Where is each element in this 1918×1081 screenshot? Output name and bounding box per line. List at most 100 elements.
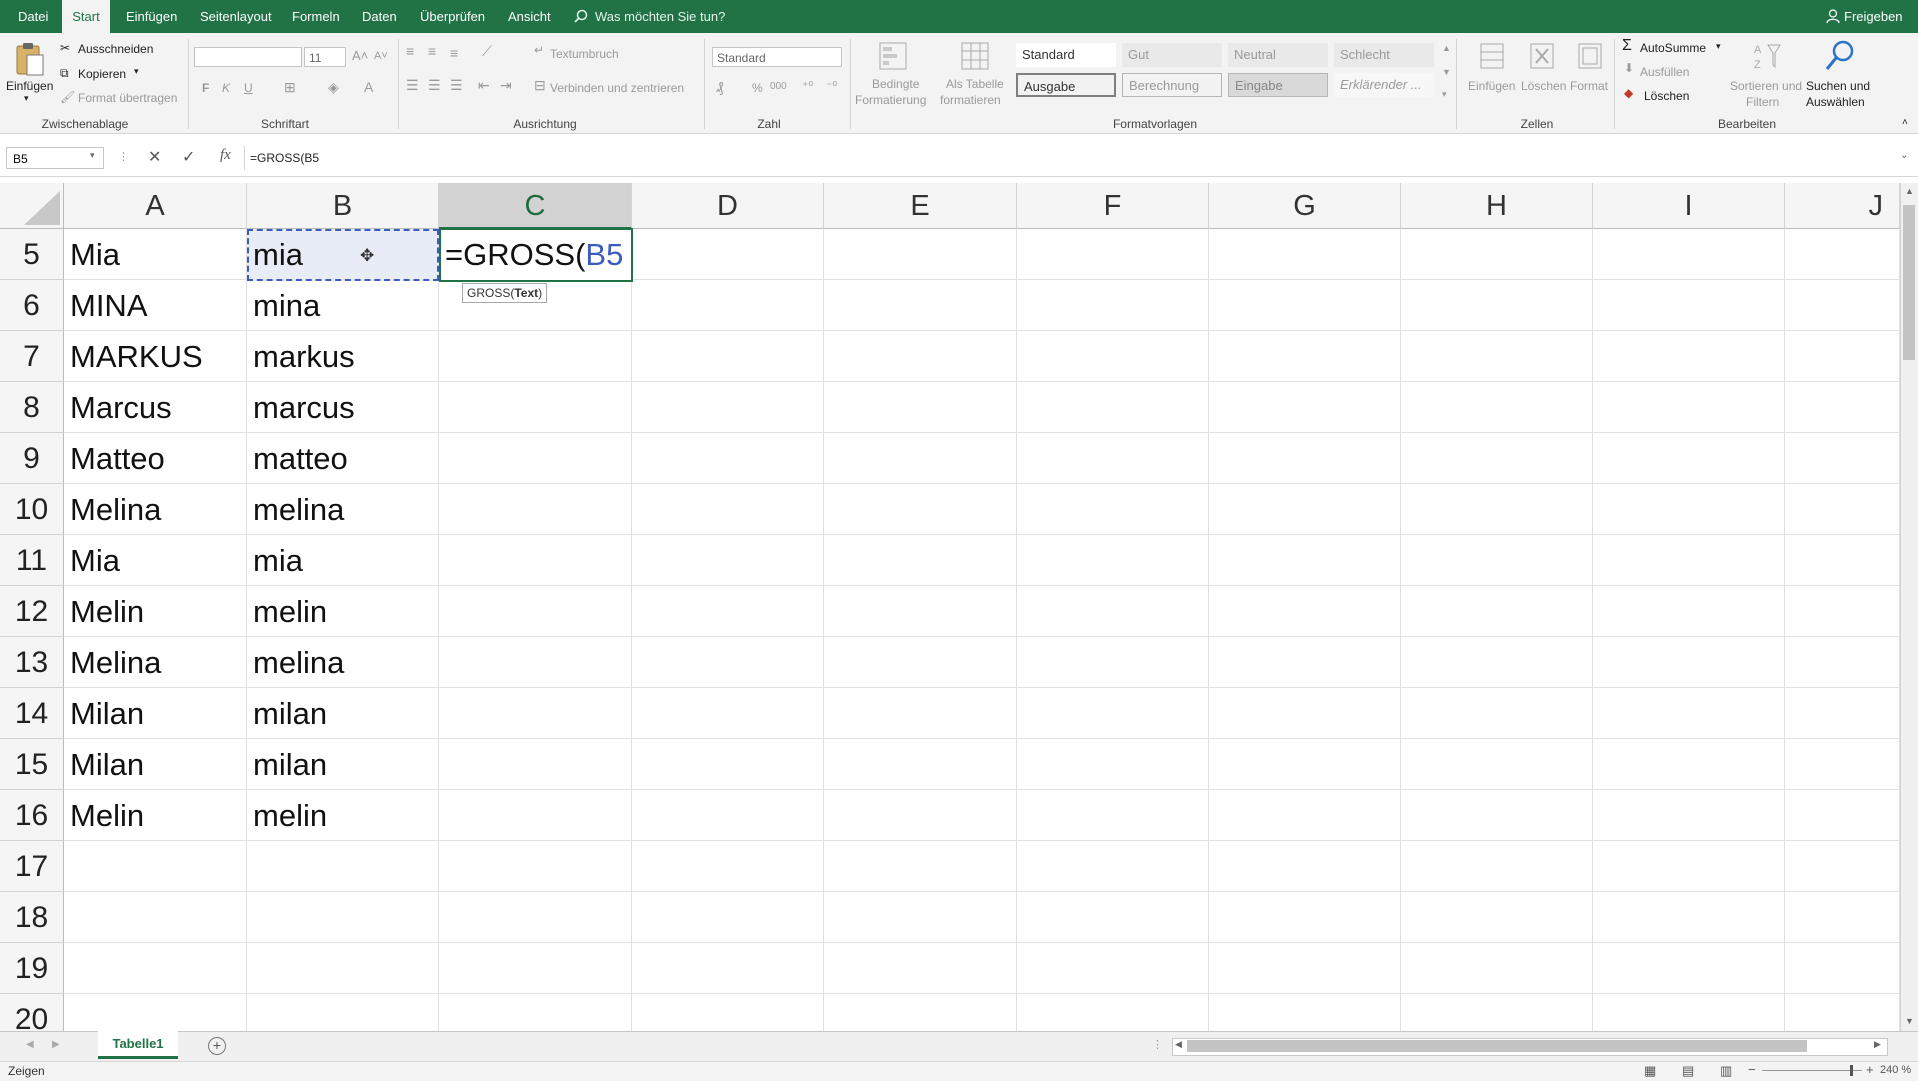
cell-d-19[interactable] — [632, 943, 824, 994]
cell-i-10[interactable] — [1593, 484, 1785, 535]
format-as-table-icon[interactable] — [960, 41, 990, 71]
cell-i-15[interactable] — [1593, 739, 1785, 790]
cell-i-6[interactable] — [1593, 280, 1785, 331]
row-header[interactable]: 20 — [0, 994, 64, 1031]
cell-f-20[interactable] — [1017, 994, 1209, 1031]
cell-g-15[interactable] — [1209, 739, 1401, 790]
column-header-g[interactable]: G — [1209, 183, 1401, 229]
column-header-d[interactable]: D — [632, 183, 824, 229]
cell-i-11[interactable] — [1593, 535, 1785, 586]
cell-g-20[interactable] — [1209, 994, 1401, 1031]
cell-c-20[interactable] — [439, 994, 632, 1031]
cell-e-16[interactable] — [824, 790, 1017, 841]
menu-ueberpruefen[interactable]: Überprüfen — [418, 0, 487, 33]
cell-f-5[interactable] — [1017, 229, 1209, 280]
cell-g-13[interactable] — [1209, 637, 1401, 688]
column-header-h[interactable]: H — [1401, 183, 1593, 229]
column-header-e[interactable]: E — [824, 183, 1017, 229]
cell-h-19[interactable] — [1401, 943, 1593, 994]
cell-e-12[interactable] — [824, 586, 1017, 637]
cell-a-14[interactable]: Milan — [64, 688, 247, 739]
cell-f-7[interactable] — [1017, 331, 1209, 382]
page-break-view-icon[interactable]: ▥ — [1720, 1063, 1732, 1079]
cell-a-19[interactable] — [64, 943, 247, 994]
cell-f-15[interactable] — [1017, 739, 1209, 790]
row-header[interactable]: 16 — [0, 790, 64, 841]
row-header[interactable]: 19 — [0, 943, 64, 994]
cell-d-11[interactable] — [632, 535, 824, 586]
autosum-chevron-down-icon[interactable]: ▾ — [1716, 41, 1721, 52]
name-box-chevron-down-icon[interactable]: ▾ — [90, 150, 95, 161]
cell-c-9[interactable] — [439, 433, 632, 484]
cell-i-18[interactable] — [1593, 892, 1785, 943]
zoom-slider[interactable] — [1762, 1070, 1862, 1071]
cell-i-16[interactable] — [1593, 790, 1785, 841]
cell-b-11[interactable]: mia — [247, 535, 439, 586]
merge-center-button[interactable]: Verbinden und zentrieren — [550, 81, 684, 95]
cell-f-19[interactable] — [1017, 943, 1209, 994]
cell-a-15[interactable]: Milan — [64, 739, 247, 790]
cell-c-15[interactable] — [439, 739, 632, 790]
cell-d-9[interactable] — [632, 433, 824, 484]
cell-f-14[interactable] — [1017, 688, 1209, 739]
cell-f-8[interactable] — [1017, 382, 1209, 433]
cell-d-17[interactable] — [632, 841, 824, 892]
cell-d-7[interactable] — [632, 331, 824, 382]
align-right-icon[interactable]: ☰ — [450, 77, 463, 94]
cell-h-20[interactable] — [1401, 994, 1593, 1031]
row-header[interactable]: 6 — [0, 280, 64, 331]
find-select-icon[interactable] — [1824, 39, 1856, 73]
cell-g-11[interactable] — [1209, 535, 1401, 586]
sort-filter-icon[interactable]: AZ — [1752, 41, 1782, 71]
cell-j-11[interactable] — [1785, 535, 1900, 586]
style-eingabe[interactable]: Eingabe — [1228, 73, 1328, 97]
cell-j-20[interactable] — [1785, 994, 1900, 1031]
format-cells-button[interactable]: Format — [1570, 79, 1608, 93]
cell-j-14[interactable] — [1785, 688, 1900, 739]
cell-b-9[interactable]: matteo — [247, 433, 439, 484]
cell-d-14[interactable] — [632, 688, 824, 739]
cell-a-13[interactable]: Melina — [64, 637, 247, 688]
cell-c-17[interactable] — [439, 841, 632, 892]
cell-c-19[interactable] — [439, 943, 632, 994]
cell-a-7[interactable]: MARKUS — [64, 331, 247, 382]
cell-a-6[interactable]: MINA — [64, 280, 247, 331]
style-berechnung[interactable]: Berechnung — [1122, 73, 1222, 97]
copy-chevron-down-icon[interactable]: ▾ — [134, 66, 139, 77]
cell-b-13[interactable]: melina — [247, 637, 439, 688]
cell-d-15[interactable] — [632, 739, 824, 790]
cell-j-7[interactable] — [1785, 331, 1900, 382]
fill-color-icon[interactable]: ◈ — [328, 79, 339, 96]
cell-b-14[interactable]: milan — [247, 688, 439, 739]
italic-button[interactable]: K — [222, 81, 230, 95]
cell-f-17[interactable] — [1017, 841, 1209, 892]
cell-a-12[interactable]: Melin — [64, 586, 247, 637]
style-gut[interactable]: Gut — [1122, 43, 1222, 67]
cell-e-17[interactable] — [824, 841, 1017, 892]
fill-button[interactable]: Ausfüllen — [1640, 65, 1689, 79]
cell-a-18[interactable] — [64, 892, 247, 943]
cell-b-20[interactable] — [247, 994, 439, 1031]
cell-f-9[interactable] — [1017, 433, 1209, 484]
styles-scroll-down-icon[interactable]: ▼ — [1442, 67, 1451, 77]
cell-g-17[interactable] — [1209, 841, 1401, 892]
styles-more-icon[interactable]: ▾ — [1442, 89, 1447, 100]
cell-a-17[interactable] — [64, 841, 247, 892]
insert-function-icon[interactable]: fx — [220, 147, 231, 164]
indent-increase-icon[interactable]: ⇥ — [500, 77, 512, 94]
row-header[interactable]: 10 — [0, 484, 64, 535]
currency-icon[interactable]: ₰ — [716, 79, 723, 95]
page-layout-view-icon[interactable]: ▤ — [1682, 1063, 1694, 1079]
cell-e-10[interactable] — [824, 484, 1017, 535]
cell-a-11[interactable]: Mia — [64, 535, 247, 586]
shrink-font-icon[interactable]: A˅ — [374, 50, 388, 62]
thousands-button[interactable]: 000 — [770, 81, 787, 92]
menu-einfuegen[interactable]: Einfügen — [124, 0, 179, 33]
zoom-out-icon[interactable]: − — [1748, 1062, 1756, 1077]
paste-icon[interactable] — [14, 41, 46, 77]
cell-i-14[interactable] — [1593, 688, 1785, 739]
cut-button[interactable]: Ausschneiden — [78, 42, 153, 56]
cell-c-11[interactable] — [439, 535, 632, 586]
row-header[interactable]: 11 — [0, 535, 64, 586]
cell-j-13[interactable] — [1785, 637, 1900, 688]
